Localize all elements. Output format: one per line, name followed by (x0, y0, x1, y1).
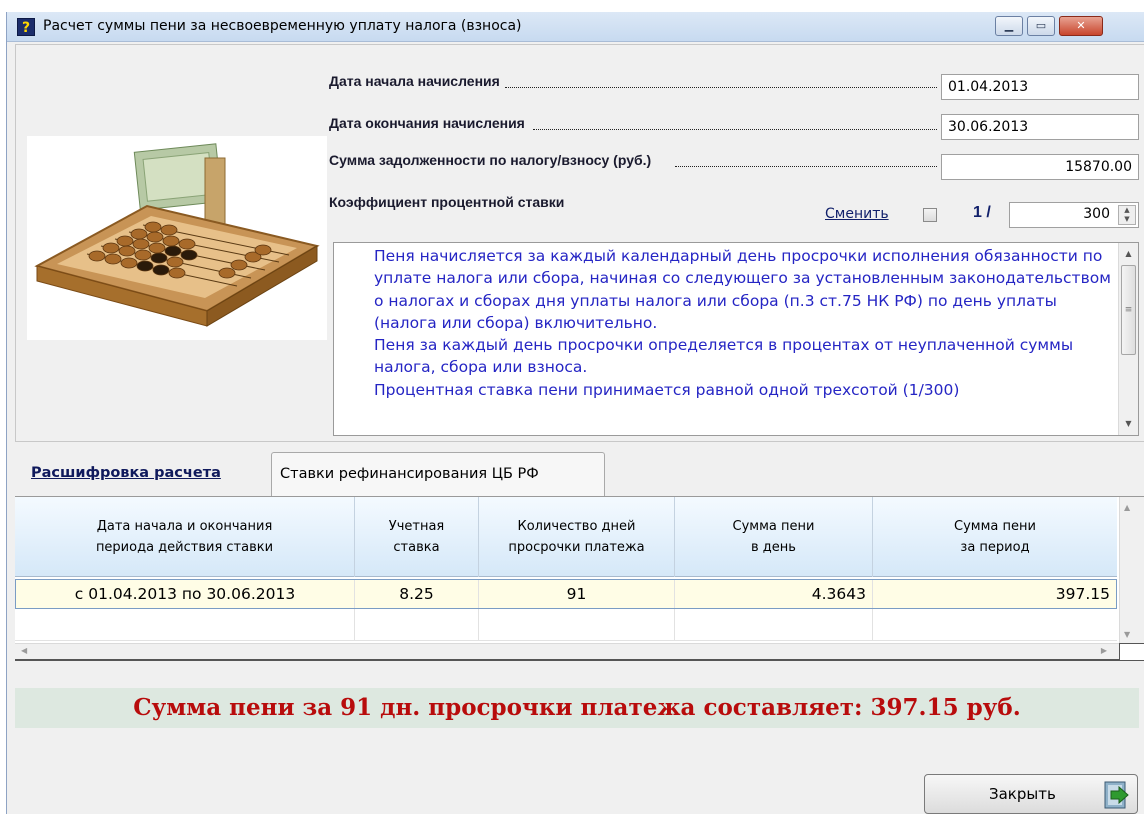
close-button-label: Закрыть (989, 785, 1056, 803)
column-header-days[interactable]: Количество дней просрочки платежа (479, 497, 675, 577)
table-row[interactable]: с 01.04.2013 по 30.06.2013 8.25 91 4.364… (15, 579, 1117, 609)
change-link[interactable]: Сменить (825, 206, 889, 222)
info-paragraph: Пеня за каждый день просрочки определяет… (374, 336, 1074, 377)
change-checkbox[interactable] (923, 208, 937, 222)
rate-coefficient-label: Коэффициент процентной ставки (329, 194, 565, 210)
column-header-penalty-per-day[interactable]: Сумма пени в день (675, 497, 873, 577)
end-date-field[interactable]: 30.06.2013 (941, 114, 1139, 140)
maximize-button[interactable]: ▭ (1027, 16, 1055, 36)
info-text: Пеня начисляется за каждый календарный д… (340, 245, 1112, 433)
cell-penalty-per-day: 4.3643 (675, 580, 873, 608)
cell-days: 91 (479, 580, 675, 608)
scroll-right-icon[interactable]: ▶ (1101, 646, 1107, 655)
leader-dots (675, 166, 937, 167)
column-header-rate[interactable]: Учетная ставка (355, 497, 479, 577)
scroll-down-icon[interactable]: ▼ (1124, 630, 1130, 639)
scroll-thumb[interactable]: ≡ (1121, 265, 1136, 355)
close-window-button[interactable]: ✕ (1059, 16, 1103, 36)
tab-calculation-details[interactable]: Расшифровка расчета (15, 452, 269, 496)
minimize-icon: ▁ (1004, 19, 1014, 32)
close-button[interactable]: Закрыть (924, 774, 1138, 814)
rate-denominator-spinner[interactable]: 300 ▲ ▼ (1009, 202, 1139, 228)
column-header-period[interactable]: Дата начала и окончания периода действия… (15, 497, 355, 577)
exit-door-icon (1104, 781, 1129, 809)
window-title: Расчет суммы пени за несвоевременную упл… (43, 18, 522, 34)
memo-scrollbar[interactable]: ▲ ≡ ▼ (1118, 243, 1138, 435)
scroll-left-icon[interactable]: ◀ (21, 646, 27, 655)
maximize-icon: ▭ (1035, 19, 1047, 32)
end-date-label: Дата окончания начисления (329, 115, 525, 131)
rate-denominator-value: 300 (1083, 206, 1110, 222)
question-mark-icon: ? (17, 18, 35, 36)
table-vertical-scrollbar[interactable]: ▲ ▼ (1119, 497, 1144, 643)
calculator-window: ? Расчет суммы пени за несвоевременную у… (6, 12, 1144, 814)
cell-rate: 8.25 (355, 580, 479, 608)
leader-dots (533, 129, 937, 130)
tab-refinancing-rates[interactable]: Ставки рефинансирования ЦБ РФ (271, 452, 605, 496)
info-memo[interactable]: Пеня начисляется за каждый календарный д… (333, 242, 1139, 436)
scroll-up-icon[interactable]: ▲ (1124, 503, 1130, 512)
empty-cell (479, 609, 675, 641)
debt-label: Сумма задолженности по налогу/взносу (ру… (329, 152, 652, 168)
table-header: Дата начала и окончания периода действия… (15, 497, 1117, 577)
minimize-button[interactable]: ▁ (995, 16, 1023, 36)
table-horizontal-scrollbar[interactable]: ◀ ▶ (15, 643, 1119, 661)
empty-row (15, 609, 1117, 641)
start-date-field[interactable]: 01.04.2013 (941, 74, 1139, 100)
title-bar: ? Расчет суммы пени за несвоевременную у… (7, 12, 1144, 42)
empty-cell (15, 609, 355, 641)
column-header-penalty-total[interactable]: Сумма пени за период (873, 497, 1117, 577)
scroll-down-icon[interactable]: ▼ (1119, 415, 1138, 433)
start-date-label: Дата начала начисления (329, 73, 500, 89)
empty-cell (675, 609, 873, 641)
abacus-image (27, 136, 327, 340)
calculation-table: Дата начала и окончания периода действия… (15, 496, 1144, 661)
tab-strip: Расшифровка расчета Ставки рефинансирова… (15, 452, 1144, 498)
scrollbar-corner (1119, 643, 1144, 661)
empty-cell (355, 609, 479, 641)
cell-period: с 01.04.2013 по 30.06.2013 (16, 580, 355, 608)
scroll-up-icon[interactable]: ▲ (1119, 245, 1138, 263)
result-summary: Сумма пени за 91 дн. просрочки платежа с… (15, 688, 1139, 728)
fraction-prefix: 1 / (973, 204, 991, 221)
cell-penalty-total: 397.15 (1055, 585, 1110, 603)
debt-amount-field[interactable]: 15870.00 (941, 154, 1139, 180)
close-icon: ✕ (1076, 19, 1086, 32)
info-paragraph: Процентная ставка пени принимается равно… (374, 380, 960, 399)
leader-dots (505, 87, 937, 88)
spin-arrows-icon[interactable]: ▲ ▼ (1118, 205, 1136, 225)
info-paragraph: Пеня начисляется за каждый календарный д… (374, 247, 1111, 332)
